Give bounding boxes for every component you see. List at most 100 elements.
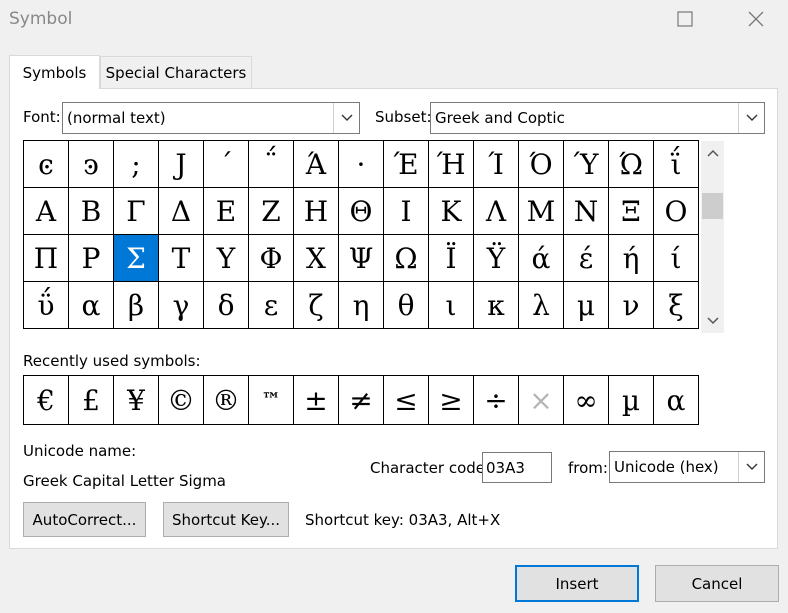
recent-symbol-cell[interactable]: µ <box>609 376 654 425</box>
recent-symbol-cell[interactable]: ≤ <box>384 376 429 425</box>
symbol-cell[interactable]: Φ <box>249 235 294 282</box>
recent-symbol-cell[interactable]: ® <box>204 376 249 425</box>
symbol-cell[interactable]: ε <box>249 282 294 329</box>
cancel-button[interactable]: Cancel <box>655 565 779 602</box>
symbol-cell[interactable]: Β <box>69 188 114 235</box>
symbol-cell[interactable]: Ξ <box>609 188 654 235</box>
symbol-cell[interactable]: ζ <box>294 282 339 329</box>
recent-symbol-cell[interactable]: € <box>24 376 69 425</box>
symbol-grid[interactable]: ͼ ͽ; Ϳ ΄ ΅ Ά · Έ Ή Ί Ό Ύ Ώΐ Α Β Γ Δ Ε Ζ Η Θ Ι Κ Λ Μ Ν Ξ Ο Π Ρ Σ Τ Υ Φ Χ Ψ Ω Ϊ… <box>23 140 699 329</box>
symbol-cell[interactable]: ΰ <box>24 282 69 329</box>
symbol-cell[interactable]: Τ <box>159 235 204 282</box>
tab-special-characters[interactable]: Special Characters <box>100 56 252 88</box>
subset-select[interactable]: Greek and Coptic <box>430 102 765 134</box>
font-select-dropdown[interactable] <box>333 103 359 133</box>
symbol-cell[interactable]: θ <box>384 282 429 329</box>
symbol-cell[interactable]: Ώ <box>609 141 654 188</box>
symbol-cell[interactable]: ν <box>609 282 654 329</box>
symbol-cell[interactable]: Ύ <box>564 141 609 188</box>
recent-symbol-cell[interactable]: ∞ <box>564 376 609 425</box>
close-button[interactable] <box>733 2 779 36</box>
symbol-cell[interactable]: ή <box>609 235 654 282</box>
recent-symbol-cell[interactable]: £ <box>69 376 114 425</box>
recent-symbol-cell[interactable]: ≥ <box>429 376 474 425</box>
recently-used-grid[interactable]: € £ ¥ © ® ™ ± ≠ ≤ ≥ ÷ × ∞ µ α <box>23 375 699 425</box>
symbol-cell-selected[interactable]: Σ <box>114 235 159 282</box>
symbol-cell[interactable]: Α <box>24 188 69 235</box>
shortcut-key-button[interactable]: Shortcut Key... <box>163 502 289 537</box>
symbol-cell[interactable]: Η <box>294 188 339 235</box>
recent-symbol-cell[interactable]: ¥ <box>114 376 159 425</box>
symbol-cell[interactable]: Ά <box>294 141 339 188</box>
symbol-cell[interactable]: Μ <box>519 188 564 235</box>
symbol-cell[interactable]: γ <box>159 282 204 329</box>
character-code-input[interactable]: 03A3 <box>482 452 552 483</box>
symbol-cell[interactable]: λ <box>519 282 564 329</box>
symbol-grid-scrollbar[interactable] <box>701 141 724 333</box>
maximize-button[interactable] <box>662 2 708 36</box>
symbol-cell[interactable]: η <box>339 282 384 329</box>
scroll-up-button[interactable] <box>701 141 724 165</box>
symbol-cell[interactable]: ΅ <box>249 141 294 188</box>
symbol-cell[interactable]: Ψ <box>339 235 384 282</box>
symbol-cell[interactable]: Ι <box>384 188 429 235</box>
symbol-cell[interactable]: ι <box>429 282 474 329</box>
symbol-cell[interactable]: Ό <box>519 141 564 188</box>
symbol-cell[interactable]: Ρ <box>69 235 114 282</box>
symbol-cell[interactable]: ξ <box>654 282 699 329</box>
insert-button[interactable]: Insert <box>515 565 639 602</box>
symbol-cell[interactable]: Ε <box>204 188 249 235</box>
symbol-cell[interactable]: ί <box>654 235 699 282</box>
symbol-cell[interactable]: β <box>114 282 159 329</box>
recent-symbol-cell[interactable]: ÷ <box>474 376 519 425</box>
scroll-thumb[interactable] <box>702 193 723 219</box>
tab-symbols[interactable]: Symbols <box>9 55 100 89</box>
symbol-cell[interactable]: Ϳ <box>159 141 204 188</box>
tab-special-characters-label: Special Characters <box>105 63 247 82</box>
symbol-cell[interactable]: Ί <box>474 141 519 188</box>
symbol-cell[interactable]: Λ <box>474 188 519 235</box>
symbol-cell[interactable]: ͽ <box>69 141 114 188</box>
symbol-cell[interactable]: Έ <box>384 141 429 188</box>
symbol-cell[interactable]: ; <box>114 141 159 188</box>
symbol-cell[interactable]: Π <box>24 235 69 282</box>
from-select-dropdown[interactable] <box>738 452 764 482</box>
symbol-cell[interactable]: Θ <box>339 188 384 235</box>
recent-symbol-cell[interactable]: × <box>519 376 564 425</box>
subset-select-dropdown[interactable] <box>738 103 764 133</box>
symbol-cell[interactable]: Δ <box>159 188 204 235</box>
symbol-cell[interactable]: Ω <box>384 235 429 282</box>
symbol-cell[interactable]: Ν <box>564 188 609 235</box>
symbol-cell[interactable]: έ <box>564 235 609 282</box>
symbol-cell[interactable]: Ϋ <box>474 235 519 282</box>
autocorrect-button[interactable]: AutoCorrect... <box>23 502 146 537</box>
chevron-up-icon <box>706 149 719 157</box>
symbol-cell[interactable]: α <box>69 282 114 329</box>
symbol-cell[interactable]: · <box>339 141 384 188</box>
symbol-cell[interactable]: Ο <box>654 188 699 235</box>
symbol-cell[interactable]: Γ <box>114 188 159 235</box>
symbol-cell[interactable]: ά <box>519 235 564 282</box>
symbol-cell[interactable]: Χ <box>294 235 339 282</box>
recent-symbol-cell[interactable]: ± <box>294 376 339 425</box>
from-select[interactable]: Unicode (hex) <box>609 451 765 483</box>
symbol-cell[interactable]: ͼ <box>24 141 69 188</box>
symbol-cell[interactable]: Υ <box>204 235 249 282</box>
font-select[interactable]: (normal text) <box>62 102 360 134</box>
symbol-cell[interactable]: κ <box>474 282 519 329</box>
symbol-cell[interactable]: Κ <box>429 188 474 235</box>
symbol-cell[interactable]: ΄ <box>204 141 249 188</box>
symbol-cell[interactable]: μ <box>564 282 609 329</box>
symbol-cell[interactable]: Ή <box>429 141 474 188</box>
symbol-cell[interactable]: δ <box>204 282 249 329</box>
recent-symbol-cell[interactable]: ™ <box>249 376 294 425</box>
scroll-down-button[interactable] <box>701 309 724 333</box>
symbol-cell[interactable]: Ζ <box>249 188 294 235</box>
close-icon <box>748 11 764 27</box>
recent-symbol-cell[interactable]: © <box>159 376 204 425</box>
recent-symbol-cell[interactable]: ≠ <box>339 376 384 425</box>
tab-symbols-label: Symbols <box>22 63 87 82</box>
recent-symbol-cell[interactable]: α <box>654 376 699 425</box>
symbol-cell[interactable]: ΐ <box>654 141 699 188</box>
symbol-cell[interactable]: Ϊ <box>429 235 474 282</box>
